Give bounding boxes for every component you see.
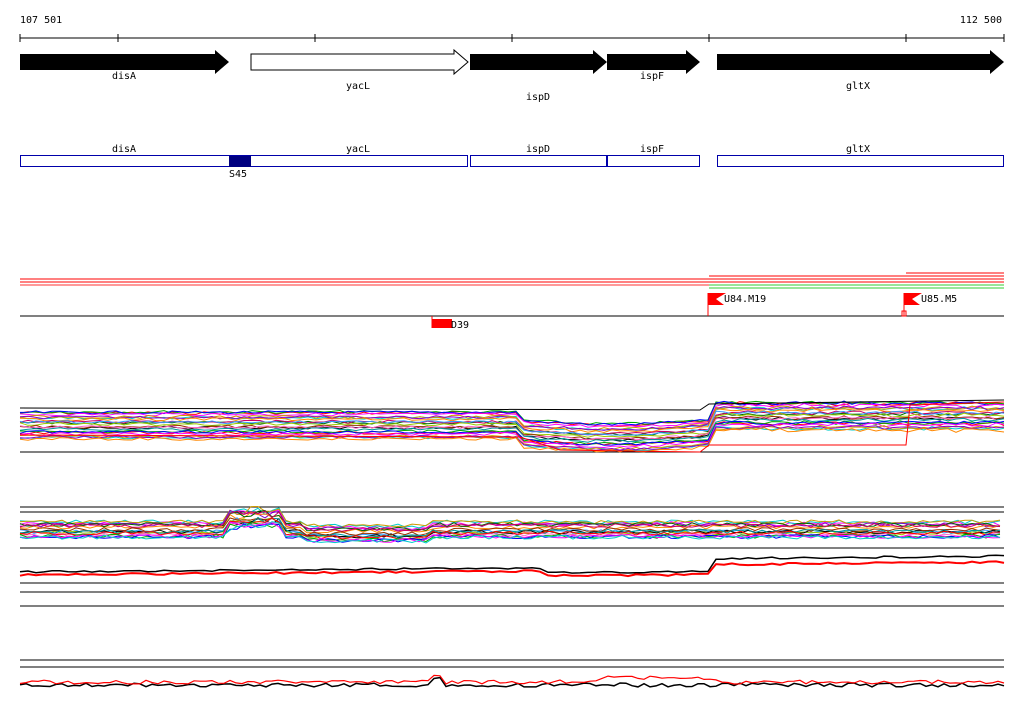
ruler-end-label: 112 500: [960, 15, 1002, 26]
marker-box-label: S45: [229, 169, 247, 180]
red-marker-d39[interactable]: D39: [431, 316, 469, 331]
marker-box-s45[interactable]: [229, 156, 251, 167]
gene-box-ispD[interactable]: [470, 155, 607, 167]
ruler-start-label: 107 501: [20, 15, 62, 26]
expression-track-1: [19, 399, 1005, 453]
gene-label-ispD: ispD: [526, 92, 550, 103]
flag-marker-1[interactable]: U84.M19: [707, 293, 766, 316]
gene-label-yacL: yacL: [346, 81, 370, 92]
expression-track-2: [19, 505, 1004, 549]
gene-label-ispF: ispF: [640, 71, 664, 82]
flag-label-1: U84.M19: [724, 294, 766, 305]
gene-arrow-yacL[interactable]: [250, 48, 469, 76]
gene-box-label-gltX: gltX: [846, 144, 870, 155]
gene-arrow-ispD[interactable]: [470, 50, 607, 74]
gene-box-label-disA: disA: [112, 144, 136, 155]
flag-marker-2[interactable]: U85.M5: [901, 293, 957, 317]
expression-track-3: [19, 554, 1005, 607]
signal-trace: [19, 674, 1005, 685]
gene-box-track: disA yacL ispD ispF gltX S45: [20, 144, 1004, 180]
gene-box-label-ispD: ispD: [526, 144, 550, 155]
gene-box-label-yacL: yacL: [346, 144, 370, 155]
flag-label-2: U85.M5: [921, 294, 957, 305]
gene-arrow-track: disA yacL ispD ispF gltX: [20, 48, 1004, 103]
red-marker-label: D39: [451, 320, 469, 331]
gene-label-gltX: gltX: [846, 81, 870, 92]
coordinate-ruler: 107 501 112 500: [19, 15, 1005, 42]
gene-box-label-ispF: ispF: [640, 144, 664, 155]
expression-track-4: [19, 659, 1005, 688]
genome-browser-canvas: 107 501 112 500 disA yacL ispD ispF gltX…: [19, 15, 1005, 688]
flag-icon: [904, 293, 922, 305]
feature-track: U84.M19 U85.M5 D39: [20, 272, 1004, 331]
gene-box-gltX[interactable]: [717, 155, 1004, 167]
gene-arrow-gltX[interactable]: [717, 50, 1004, 74]
gene-box-ispF[interactable]: [607, 155, 700, 167]
gene-label-disA: disA: [112, 71, 136, 82]
